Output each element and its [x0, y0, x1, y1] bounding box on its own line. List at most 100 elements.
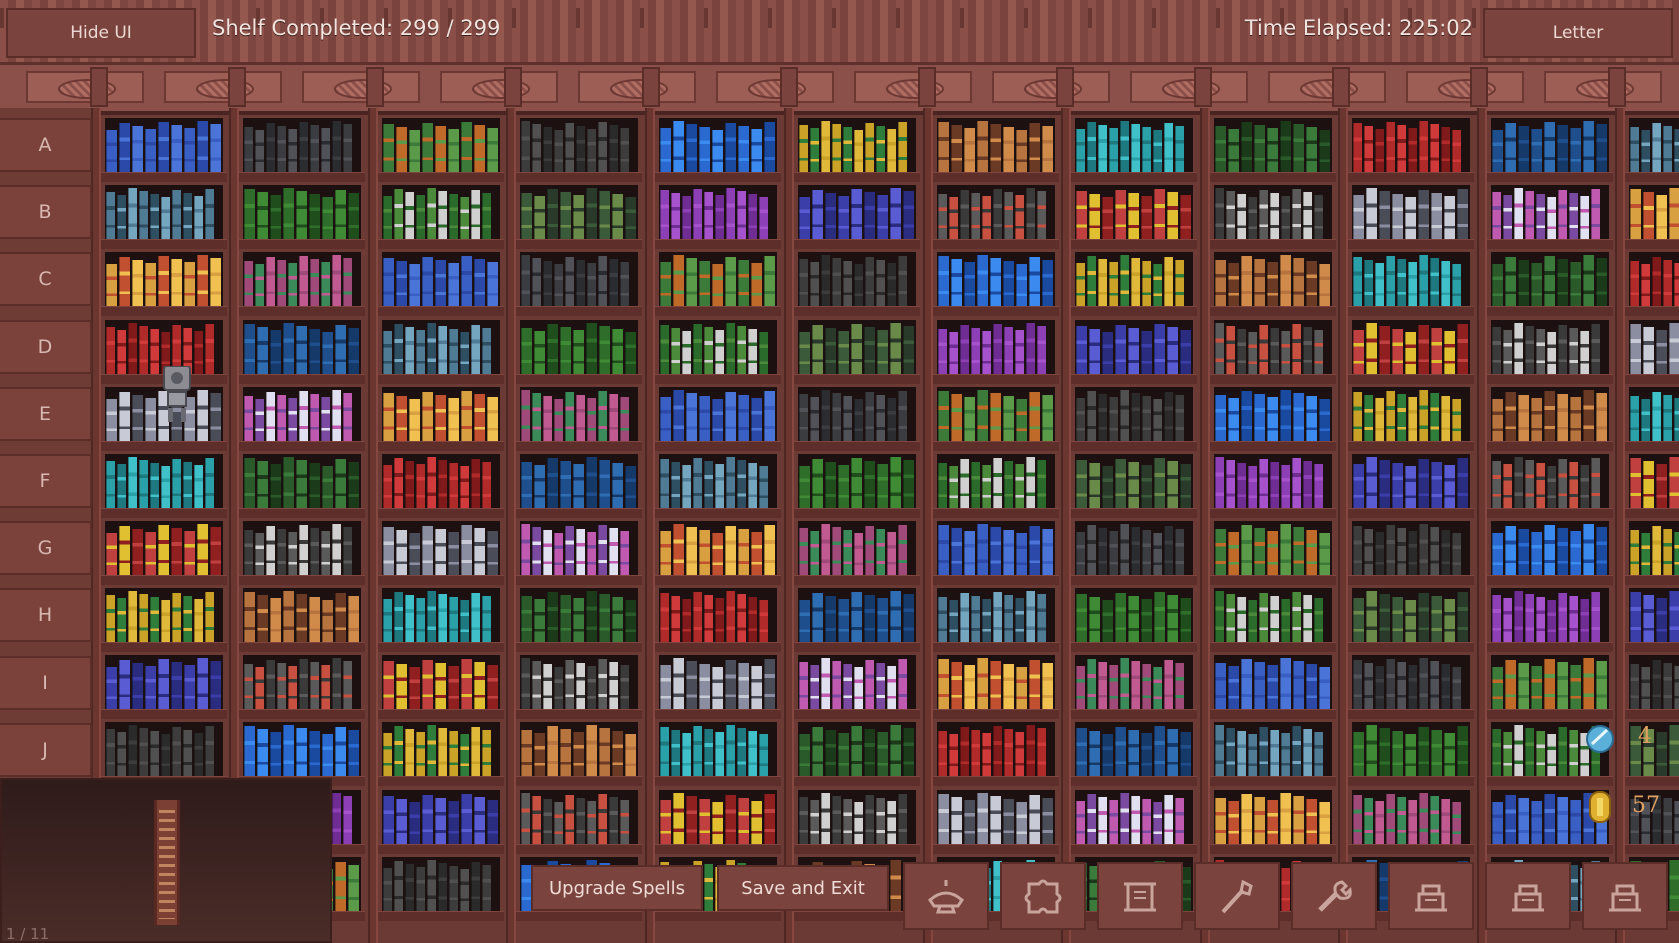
- shelf-slot[interactable]: [105, 655, 223, 709]
- shelf-slot[interactable]: [243, 521, 361, 575]
- shelf-slot[interactable]: [1075, 320, 1193, 374]
- shelf-slot[interactable]: [1491, 588, 1609, 642]
- shelf-slot[interactable]: [520, 252, 638, 306]
- tool-slot-8[interactable]: [1582, 862, 1668, 930]
- shelf-slot[interactable]: [1214, 320, 1332, 374]
- shelf-slot[interactable]: [659, 320, 777, 374]
- shelf-slot[interactable]: [1491, 655, 1609, 709]
- shelf-slot[interactable]: [1629, 118, 1679, 172]
- shelf-slot[interactable]: [1629, 722, 1679, 776]
- shelf-slot[interactable]: [1629, 655, 1679, 709]
- shelf-slot[interactable]: [937, 252, 1055, 306]
- shelf-slot[interactable]: [1075, 185, 1193, 239]
- shelf-slot[interactable]: [937, 185, 1055, 239]
- shelf-slot[interactable]: [382, 454, 500, 508]
- shelf-slot[interactable]: [105, 252, 223, 306]
- shelf-slot[interactable]: [1491, 454, 1609, 508]
- shelf-slot[interactable]: [1629, 454, 1679, 508]
- shelf-slot[interactable]: [520, 655, 638, 709]
- tool-slot-1[interactable]: [903, 862, 989, 930]
- shelf-slot[interactable]: [1491, 185, 1609, 239]
- shelf-slot[interactable]: [1075, 655, 1193, 709]
- tool-slot-6[interactable]: [1388, 862, 1474, 930]
- shelf-slot[interactable]: [1075, 521, 1193, 575]
- shelf-slot[interactable]: [243, 118, 361, 172]
- shelf-slot[interactable]: [659, 387, 777, 441]
- shelf-slot[interactable]: [382, 857, 500, 911]
- letter-button[interactable]: Letter: [1483, 8, 1673, 58]
- shelf-slot[interactable]: [1352, 655, 1470, 709]
- shelf-slot[interactable]: [937, 722, 1055, 776]
- shelf-slot[interactable]: [1629, 521, 1679, 575]
- shelf-slot[interactable]: [798, 588, 916, 642]
- shelf-slot[interactable]: [1075, 118, 1193, 172]
- shelf-slot[interactable]: [520, 521, 638, 575]
- shelf-slot[interactable]: [1075, 588, 1193, 642]
- shelf-slot[interactable]: [1352, 521, 1470, 575]
- shelf-slot[interactable]: [1214, 655, 1332, 709]
- shelf-slot[interactable]: [520, 722, 638, 776]
- shelf-slot[interactable]: [659, 722, 777, 776]
- shelf-slot[interactable]: [243, 320, 361, 374]
- shelf-slot[interactable]: [798, 252, 916, 306]
- shelf-slot[interactable]: [1352, 185, 1470, 239]
- shelf-slot[interactable]: [520, 118, 638, 172]
- upgrade-spells-button[interactable]: Upgrade Spells: [531, 865, 703, 911]
- shelf-slot[interactable]: [105, 588, 223, 642]
- shelf-slot[interactable]: [243, 588, 361, 642]
- shelf-slot[interactable]: [243, 252, 361, 306]
- shelf-slot[interactable]: [1214, 252, 1332, 306]
- shelf-slot[interactable]: [1075, 790, 1193, 844]
- shelf-slot[interactable]: [1214, 118, 1332, 172]
- shelf-slot[interactable]: [520, 185, 638, 239]
- shelf-slot[interactable]: [937, 655, 1055, 709]
- shelf-slot[interactable]: [659, 118, 777, 172]
- shelf-slot[interactable]: [1352, 588, 1470, 642]
- shelf-slot[interactable]: [105, 454, 223, 508]
- tool-slot-3[interactable]: [1097, 862, 1183, 930]
- shelf-slot[interactable]: [1075, 722, 1193, 776]
- shelf-slot[interactable]: [520, 387, 638, 441]
- shelf-slot[interactable]: [382, 118, 500, 172]
- shelf-slot[interactable]: [1491, 118, 1609, 172]
- shelf-slot[interactable]: [382, 185, 500, 239]
- shelf-slot[interactable]: [1352, 252, 1470, 306]
- shelf-slot[interactable]: [1214, 722, 1332, 776]
- shelf-slot[interactable]: [1214, 454, 1332, 508]
- shelf-slot[interactable]: [382, 521, 500, 575]
- shelf-slot[interactable]: [520, 790, 638, 844]
- shelf-slot[interactable]: [659, 521, 777, 575]
- shelf-slot[interactable]: [798, 185, 916, 239]
- shelf-slot[interactable]: [1075, 252, 1193, 306]
- shelf-slot[interactable]: [798, 655, 916, 709]
- shelf-slot[interactable]: [1352, 387, 1470, 441]
- minimap[interactable]: 1 / 11: [0, 778, 332, 943]
- shelf-slot[interactable]: [105, 118, 223, 172]
- shelf-slot[interactable]: [659, 655, 777, 709]
- shelf-slot[interactable]: [798, 118, 916, 172]
- shelf-slot[interactable]: [937, 320, 1055, 374]
- shelf-slot[interactable]: [105, 521, 223, 575]
- shelf-slot[interactable]: [798, 387, 916, 441]
- shelf-slot[interactable]: [1629, 320, 1679, 374]
- shelf-slot[interactable]: [1214, 185, 1332, 239]
- shelf-slot[interactable]: [1214, 588, 1332, 642]
- shelf-slot[interactable]: [382, 722, 500, 776]
- shelf-slot[interactable]: [937, 521, 1055, 575]
- shelf-slot[interactable]: [798, 722, 916, 776]
- shelf-slot[interactable]: [1629, 387, 1679, 441]
- shelf-slot[interactable]: [659, 454, 777, 508]
- shelf-slot[interactable]: [798, 521, 916, 575]
- shelf-slot[interactable]: [1214, 521, 1332, 575]
- shelf-slot[interactable]: [382, 387, 500, 441]
- shelf-slot[interactable]: [1214, 790, 1332, 844]
- shelf-slot[interactable]: [1629, 252, 1679, 306]
- shelf-slot[interactable]: [937, 454, 1055, 508]
- shelf-slot[interactable]: [1075, 387, 1193, 441]
- shelf-slot[interactable]: [382, 320, 500, 374]
- shelf-slot[interactable]: [659, 790, 777, 844]
- shelf-slot[interactable]: [243, 655, 361, 709]
- shelf-slot[interactable]: [937, 118, 1055, 172]
- tool-slot-4[interactable]: [1194, 862, 1280, 930]
- shelf-slot[interactable]: [243, 185, 361, 239]
